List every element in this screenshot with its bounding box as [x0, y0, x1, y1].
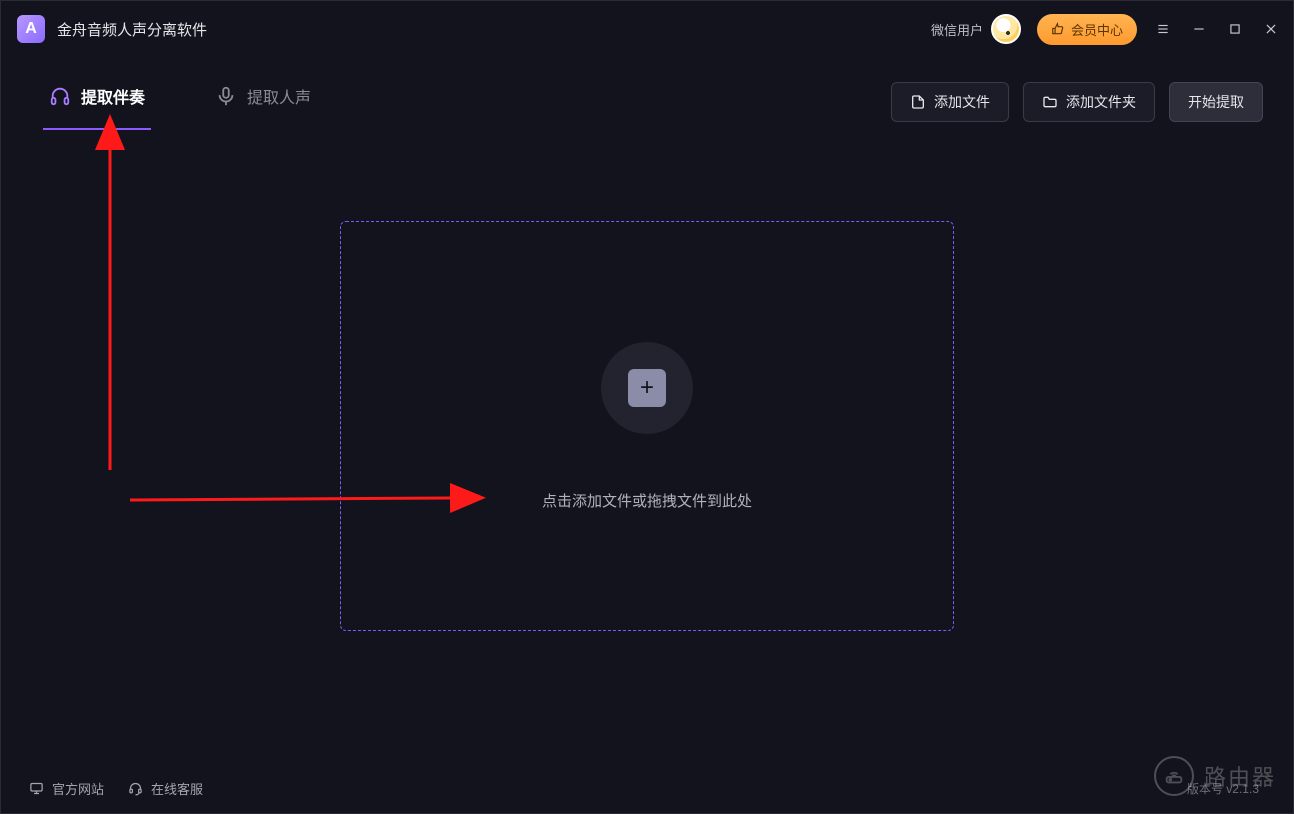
- monitor-icon: [29, 781, 44, 796]
- tab-extract-vocals[interactable]: 提取人声: [215, 74, 311, 130]
- menu-icon[interactable]: [1155, 21, 1171, 37]
- footer: 官方网站 在线客服 版本号 v2.1.3: [1, 763, 1293, 813]
- button-label: 添加文件: [934, 92, 990, 112]
- user-label: 微信用户: [931, 20, 983, 39]
- tab-label: 提取伴奏: [81, 84, 145, 108]
- vip-label: 会员中心: [1071, 20, 1123, 39]
- dropzone-hint: 点击添加文件或拖拽文件到此处: [542, 490, 752, 511]
- tab-label: 提取人声: [247, 84, 311, 108]
- start-extract-button[interactable]: 开始提取: [1169, 82, 1263, 122]
- app-title: 金舟音频人声分离软件: [57, 19, 207, 40]
- version-text: 版本号 v2.1.3: [1187, 780, 1259, 797]
- online-service-link[interactable]: 在线客服: [128, 779, 203, 798]
- vip-button[interactable]: 会员中心: [1037, 14, 1137, 45]
- tab-extract-accompaniment[interactable]: 提取伴奏: [49, 74, 145, 130]
- link-label: 在线客服: [151, 779, 203, 798]
- avatar[interactable]: [991, 14, 1021, 44]
- folder-icon: [1042, 94, 1058, 110]
- button-label: 开始提取: [1188, 92, 1244, 112]
- add-circle[interactable]: +: [601, 342, 693, 434]
- thumbs-up-icon: [1051, 22, 1065, 36]
- toolbar: 提取伴奏 提取人声 添加文件 添加文件夹 开始提取: [1, 57, 1293, 129]
- add-folder-button[interactable]: 添加文件夹: [1023, 82, 1155, 122]
- official-site-link[interactable]: 官方网站: [29, 779, 104, 798]
- main-area: + 点击添加文件或拖拽文件到此处: [1, 129, 1293, 763]
- microphone-icon: [215, 85, 237, 107]
- minimize-button[interactable]: [1191, 21, 1207, 37]
- headphones-icon: [49, 85, 71, 107]
- file-icon: [910, 94, 926, 110]
- titlebar: A 金舟音频人声分离软件 微信用户 会员中心: [1, 1, 1293, 57]
- close-button[interactable]: [1263, 21, 1279, 37]
- link-label: 官方网站: [52, 779, 104, 798]
- window-controls: [1155, 21, 1279, 37]
- app-logo: A: [17, 15, 45, 43]
- add-file-button[interactable]: 添加文件: [891, 82, 1009, 122]
- maximize-button[interactable]: [1227, 21, 1243, 37]
- headset-icon: [128, 781, 143, 796]
- button-label: 添加文件夹: [1066, 92, 1136, 112]
- dropzone[interactable]: + 点击添加文件或拖拽文件到此处: [340, 221, 954, 631]
- plus-icon: +: [628, 369, 666, 407]
- app-logo-letter: A: [25, 20, 37, 38]
